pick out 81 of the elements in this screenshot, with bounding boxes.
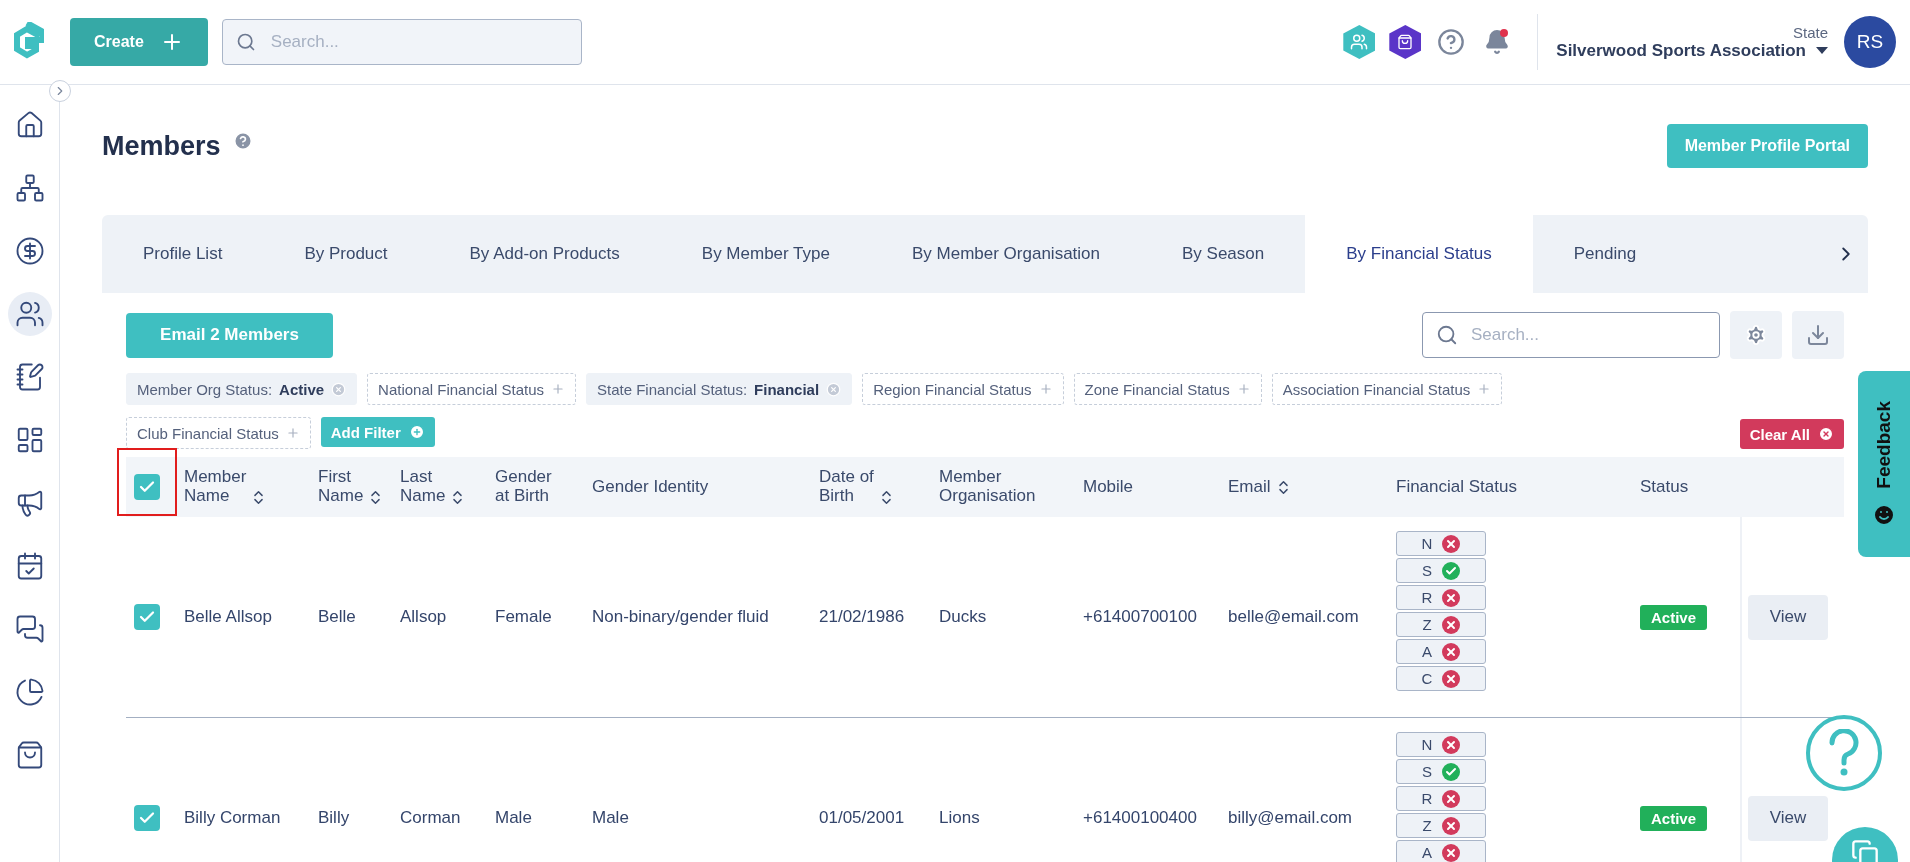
financial-status-tag: S (1396, 759, 1486, 784)
table-cell-text: +61400700100 (1083, 607, 1198, 627)
column-header: Member Organisation (939, 468, 1037, 506)
filter-chip[interactable]: Region Financial Status (862, 373, 1064, 405)
page-title: Members (102, 130, 221, 162)
financial-status-tag: R (1396, 585, 1486, 610)
table-cell-text: Non-binary/gender fluid (592, 607, 770, 627)
tab[interactable]: By Add-on Products (428, 215, 661, 293)
tab[interactable]: By Product (263, 215, 429, 293)
clear-all-button[interactable]: Clear All (1739, 419, 1844, 449)
column-header[interactable]: Last Name (400, 468, 495, 506)
tab[interactable]: By Financial Status (1305, 215, 1533, 293)
financial-status-tag: N (1396, 732, 1486, 757)
org-level-label: State (1792, 23, 1828, 41)
status-badge: Active (1640, 604, 1708, 630)
tab[interactable]: By Member Type (660, 215, 871, 293)
financial-status-tag: N (1396, 531, 1486, 556)
table-cell-text: Billy (318, 808, 351, 828)
financial-status-tag: Z (1396, 813, 1486, 838)
filter-chip[interactable]: Member Org Status: Active (126, 373, 358, 405)
search-field[interactable]: Search... (221, 19, 582, 65)
feedback-tab[interactable]: Feedback (1858, 371, 1910, 557)
plus-icon (408, 424, 425, 440)
view-button[interactable]: View (1748, 594, 1828, 640)
column-header: Gender at Birth (495, 468, 553, 506)
download-button[interactable] (1792, 311, 1844, 359)
filter-chip[interactable]: Club Financial Status (126, 417, 311, 449)
column-header[interactable]: First Name (318, 468, 400, 506)
org-selector[interactable]: Silverwood Sports Association (1556, 40, 1828, 61)
tab[interactable]: Profile List (102, 215, 264, 293)
column-header: Status (1640, 477, 1690, 497)
table-cell-text: belle@email.com (1228, 607, 1360, 627)
settings-icon (1745, 324, 1767, 346)
table-cell-text: Belle (318, 607, 357, 627)
caret-icon (1816, 47, 1828, 54)
table-cell-text: Belle Allsop (184, 607, 273, 627)
table-cell-text: Allsop (400, 607, 448, 627)
table-cell-text: billy@email.com (1228, 808, 1353, 828)
download-icon (1806, 323, 1830, 347)
column-header[interactable]: Member Name (184, 468, 318, 506)
table-cell-text: Male (592, 808, 630, 828)
table-cell-text: 01/05/2001 (819, 808, 906, 828)
row-checkbox[interactable] (134, 805, 160, 831)
financial-status-tag: A (1396, 639, 1486, 664)
financial-status-tag: A (1396, 840, 1486, 862)
highlight-frame (117, 448, 177, 516)
table-cell-text: Male (495, 808, 533, 828)
tab[interactable]: By Member Organisation (871, 215, 1141, 293)
financial-status-tag: Z (1396, 612, 1486, 637)
column-header[interactable]: Date of Birth (819, 468, 939, 506)
column-header: Financial Status (1396, 477, 1518, 497)
filter-chip[interactable]: Zone Financial Status (1073, 373, 1262, 405)
table-cell-text: Ducks (939, 607, 988, 627)
tab[interactable]: By Season (1141, 215, 1306, 293)
column-header[interactable]: Email (1228, 477, 1396, 497)
table-cell-text: Female (495, 607, 553, 627)
view-button[interactable]: View (1748, 795, 1828, 841)
table-cell-text: 21/02/1986 (819, 607, 906, 627)
table-cell-text: Billy Corman (184, 808, 282, 828)
financial-status-tag: C (1396, 666, 1486, 691)
user-avatar[interactable]: RS (1844, 16, 1896, 68)
search-icon (1436, 324, 1458, 346)
search-icon (235, 32, 256, 52)
table-cell-text: +61400100400 (1083, 808, 1198, 828)
search-field[interactable]: Search... (1422, 312, 1720, 358)
people-icon[interactable] (7, 292, 52, 336)
select-all-checkbox[interactable] (134, 474, 160, 500)
filter-chip[interactable]: State Financial Status: Financial (586, 373, 853, 405)
table-cell-text: Lions (939, 808, 981, 828)
filter-chip[interactable]: Association Financial Status (1271, 373, 1503, 405)
column-header: Gender Identity (592, 477, 710, 497)
financial-status-tag: S (1396, 558, 1486, 583)
row-checkbox[interactable] (134, 604, 160, 630)
close-icon (1818, 426, 1834, 442)
column-header: Mobile (1083, 477, 1135, 497)
filter-chip[interactable]: National Financial Status (367, 373, 576, 405)
financial-status-tag: R (1396, 786, 1486, 811)
status-badge: Active (1640, 805, 1708, 831)
table-cell-text: Corman (400, 808, 462, 828)
settings-button[interactable] (1730, 311, 1782, 359)
tab[interactable]: Pending (1532, 215, 1678, 293)
